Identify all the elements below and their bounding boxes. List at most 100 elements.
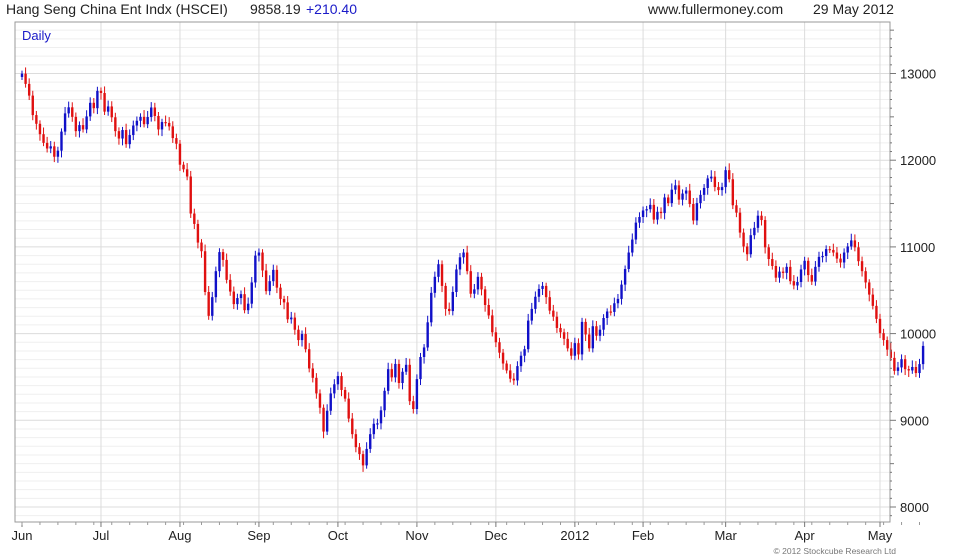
candle-body	[232, 291, 236, 305]
candle-body	[821, 256, 824, 258]
candle-body	[114, 117, 117, 132]
y-axis: 8000 9000 10000 11000 12000 13000	[890, 29, 936, 517]
candle-body	[31, 95, 34, 116]
candle-body	[308, 349, 311, 369]
candle-body	[422, 347, 426, 358]
candle-body	[254, 255, 257, 283]
candle-body	[842, 252, 846, 263]
candle-body	[193, 213, 196, 224]
candle-body	[903, 359, 907, 370]
candle-body	[24, 73, 27, 84]
candlestick-chart: 8000 9000 10000 11000 12000 13000 Jun Jul Aug Se…	[12, 21, 936, 556]
copyright-notice: © 2012 Stockcube Research Ltd	[773, 546, 896, 556]
candle-body	[921, 345, 925, 365]
candle-body	[774, 265, 778, 278]
candle-body	[49, 146, 52, 149]
y-tick-label: 10000	[900, 327, 936, 342]
candle-body	[760, 215, 763, 221]
candle-body	[415, 379, 419, 410]
candle-body	[778, 271, 781, 278]
candle-body	[649, 204, 652, 210]
candle-body	[282, 298, 286, 303]
minor-grid	[15, 29, 890, 517]
candle-body	[157, 115, 160, 130]
candle-body	[440, 264, 444, 286]
candle-body	[749, 235, 752, 255]
candle-body	[799, 269, 803, 283]
candle-body	[656, 211, 659, 220]
candle-body	[390, 369, 393, 378]
candle-body	[501, 352, 505, 364]
candle-body	[347, 398, 350, 419]
candle-body	[595, 326, 598, 336]
candle-body	[807, 260, 810, 276]
candle-body	[487, 304, 490, 316]
candle-body	[465, 252, 469, 272]
candle-body	[609, 311, 612, 313]
candle-body	[257, 252, 261, 256]
candle-body	[394, 363, 397, 378]
period-label: Daily	[22, 28, 51, 43]
candle-body	[832, 249, 835, 253]
candle-body	[735, 205, 738, 213]
candle-body	[164, 122, 167, 124]
candle-body	[817, 256, 821, 267]
candle-body	[684, 190, 688, 194]
candle-body	[167, 122, 171, 127]
candle-body	[139, 116, 142, 121]
candle-body	[372, 423, 376, 435]
x-tick-label: Mar	[714, 528, 737, 543]
candle-body	[246, 303, 250, 311]
candle-body	[911, 366, 914, 371]
candle-body	[106, 106, 110, 112]
candle-body	[78, 125, 81, 132]
candle-body	[544, 285, 548, 298]
candle-body	[279, 287, 282, 299]
candle-body	[358, 447, 361, 455]
candle-body	[814, 266, 817, 282]
candle-body	[681, 193, 684, 200]
candle-body	[519, 355, 523, 367]
candle-body	[99, 90, 103, 94]
x-tick-label: Aug	[168, 528, 191, 543]
candle-body	[96, 90, 99, 109]
candle-body	[365, 448, 368, 466]
x-tick-label: May	[868, 528, 893, 543]
candle-body	[67, 107, 70, 114]
candle-body	[272, 269, 275, 282]
candle-body	[343, 389, 347, 399]
candle-body	[620, 284, 623, 299]
x-tick-label: Feb	[632, 528, 654, 543]
candle-body	[570, 348, 573, 356]
x-tick-label: Nov	[405, 528, 429, 543]
x-tick-label: 2012	[560, 528, 589, 543]
candle-body	[781, 271, 785, 273]
candle-body	[756, 215, 760, 228]
candle-body	[541, 285, 544, 289]
candle-body	[559, 327, 562, 333]
candle-body	[42, 134, 45, 143]
candle-body	[110, 106, 113, 118]
candle-body	[383, 390, 386, 411]
candle-body	[796, 282, 799, 286]
candle-body	[304, 334, 307, 350]
candle-body	[602, 317, 605, 330]
candle-body	[211, 297, 214, 316]
candle-body	[605, 311, 609, 318]
candle-body	[728, 170, 731, 180]
candle-body	[451, 291, 454, 312]
candle-body	[74, 116, 78, 132]
candle-body	[250, 282, 253, 304]
y-tick-label: 9000	[900, 413, 929, 428]
candle-body	[178, 143, 182, 165]
candle-body	[196, 223, 200, 243]
candle-body	[627, 252, 630, 270]
candle-body	[214, 271, 218, 298]
candle-body	[613, 303, 616, 312]
candle-body	[846, 246, 849, 253]
candle-body	[56, 150, 60, 157]
candle-body	[677, 185, 681, 200]
candle-body	[132, 125, 135, 136]
candle-body	[329, 393, 332, 411]
candle-body	[379, 410, 383, 424]
